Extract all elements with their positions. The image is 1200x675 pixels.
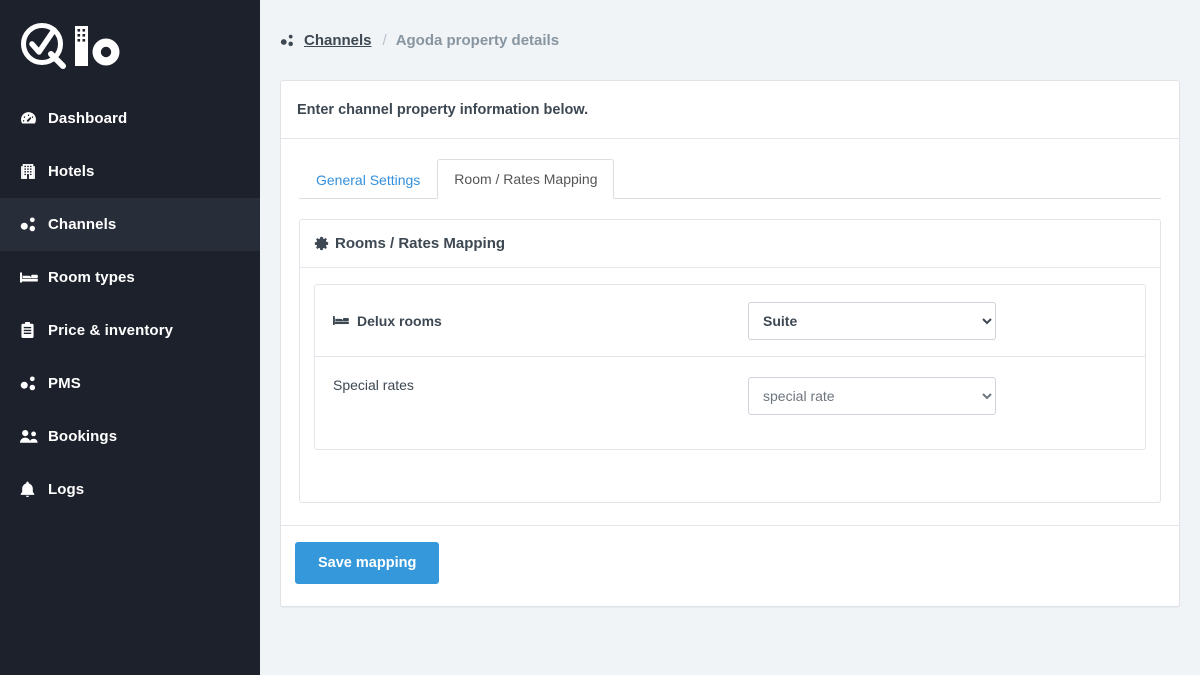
mapping-row-control: Suite xyxy=(748,301,996,340)
building-icon xyxy=(20,163,46,180)
card-body: General Settings Room / Rates Mapping Ro… xyxy=(281,139,1179,525)
sidebar-item-label: Channels xyxy=(48,216,117,233)
panel-title: Rooms / Rates Mapping xyxy=(335,235,506,252)
sidebar-item-hotels[interactable]: Hotels xyxy=(0,145,260,198)
card-header-text: Enter channel property information below… xyxy=(281,81,1179,139)
breadcrumb: Channels / Agoda property details xyxy=(260,0,1200,80)
sidebar-item-channels[interactable]: Channels xyxy=(0,198,260,251)
sidebar-item-logs[interactable]: Logs xyxy=(0,463,260,516)
mapping-row-label: Delux rooms xyxy=(357,312,442,329)
channels-nodes-icon xyxy=(280,33,295,48)
mapping-row-control: special rate xyxy=(748,377,996,415)
bed-icon xyxy=(333,314,349,327)
property-details-card: Enter channel property information below… xyxy=(280,80,1180,607)
tab-strip: General Settings Room / Rates Mapping xyxy=(299,159,1161,199)
breadcrumb-link-channels[interactable]: Channels xyxy=(304,32,372,49)
users-icon xyxy=(20,429,46,444)
tab-general-settings[interactable]: General Settings xyxy=(299,160,437,199)
sidebar-item-label: Room types xyxy=(48,269,135,286)
mapping-table: Delux rooms Suite Special rates special … xyxy=(314,284,1146,450)
tab-room-rates-mapping[interactable]: Room / Rates Mapping xyxy=(437,159,615,199)
app-root: Dashboard Hotels Channels Room types Pri… xyxy=(0,0,1200,675)
table-row: Delux rooms Suite xyxy=(315,285,1145,356)
rooms-rates-mapping-panel: Rooms / Rates Mapping Delux rooms Suite … xyxy=(299,219,1161,503)
bell-icon xyxy=(20,481,46,498)
sidebar-item-label: Dashboard xyxy=(48,110,128,127)
dashboard-gauge-icon xyxy=(20,110,46,127)
sidebar-item-dashboard[interactable]: Dashboard xyxy=(0,92,260,145)
qio-logo-icon xyxy=(21,23,120,69)
mapping-row-label: Special rates xyxy=(333,377,414,393)
sidebar-item-label: Logs xyxy=(48,481,85,498)
sidebar-item-pms[interactable]: PMS xyxy=(0,357,260,410)
mapping-row-label-cell: Delux rooms xyxy=(333,313,748,329)
gear-icon xyxy=(314,236,329,251)
clipboard-icon xyxy=(20,322,46,339)
breadcrumb-current-page: Agoda property details xyxy=(395,31,560,49)
channels-nodes-icon xyxy=(20,375,46,392)
panel-body: Delux rooms Suite Special rates special … xyxy=(300,268,1160,502)
bed-icon xyxy=(20,270,46,285)
card-footer: Save mapping xyxy=(281,525,1179,606)
save-mapping-button[interactable]: Save mapping xyxy=(295,542,440,584)
mapping-row-label-cell: Special rates xyxy=(333,377,748,393)
main-content: Channels / Agoda property details Enter … xyxy=(260,0,1200,675)
sidebar-item-room-types[interactable]: Room types xyxy=(0,251,260,304)
sidebar-nav: Dashboard Hotels Channels Room types Pri… xyxy=(0,92,260,516)
breadcrumb-separator: / xyxy=(382,31,387,49)
sidebar-item-label: PMS xyxy=(48,375,81,392)
brand-logo[interactable] xyxy=(0,0,260,92)
sidebar-item-label: Hotels xyxy=(48,163,95,180)
channels-nodes-icon xyxy=(20,216,46,233)
sidebar-item-label: Bookings xyxy=(48,428,118,445)
sidebar-item-bookings[interactable]: Bookings xyxy=(0,410,260,463)
panel-heading: Rooms / Rates Mapping xyxy=(300,220,1160,268)
sidebar-item-label: Price & inventory xyxy=(48,322,174,339)
sidebar: Dashboard Hotels Channels Room types Pri… xyxy=(0,0,260,675)
room-mapping-select[interactable]: Suite xyxy=(748,301,996,340)
rate-mapping-select[interactable]: special rate xyxy=(748,377,996,415)
sidebar-item-price-inventory[interactable]: Price & inventory xyxy=(0,304,260,357)
table-row: Special rates special rate xyxy=(315,356,1145,449)
